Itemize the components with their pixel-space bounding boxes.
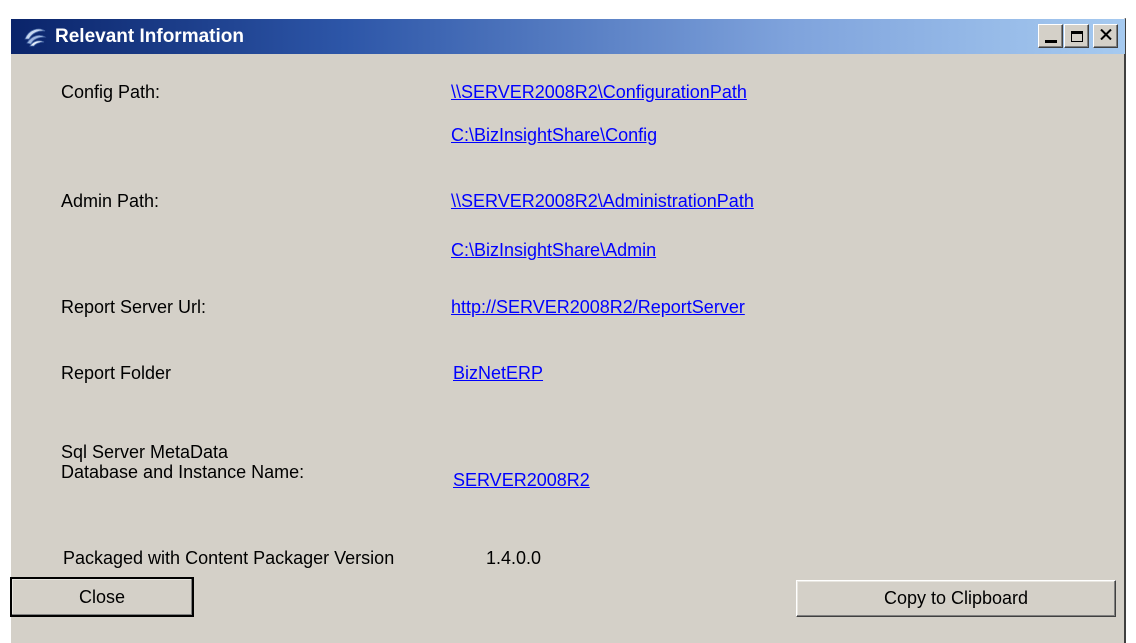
relevant-information-window: Relevant Information Config Path: \\SERV…	[10, 18, 1126, 643]
minimize-icon	[1044, 39, 1057, 43]
config-path-network-link[interactable]: \\SERVER2008R2\ConfigurationPath	[451, 82, 747, 102]
admin-path-local-link[interactable]: C:\BizInsightShare\Admin	[451, 240, 656, 260]
report-folder-label: Report Folder	[61, 363, 172, 383]
close-window-button[interactable]	[1093, 24, 1118, 48]
version-value: 1.4.0.0	[486, 548, 542, 568]
sql-server-instance-link[interactable]: SERVER2008R2	[453, 470, 590, 490]
admin-path-network-link[interactable]: \\SERVER2008R2\AdministrationPath	[451, 191, 754, 211]
window-title: Relevant Information	[55, 26, 244, 47]
minimize-button[interactable]	[1038, 24, 1063, 48]
report-folder-link[interactable]: BizNetERP	[453, 363, 543, 383]
version-label: Packaged with Content Packager Version	[63, 548, 395, 568]
close-icon	[1099, 27, 1112, 45]
config-path-local-link[interactable]: C:\BizInsightShare\Config	[451, 125, 657, 145]
maximize-icon	[1070, 30, 1083, 42]
sql-server-metadata-label: Sql Server MetaData	[61, 442, 229, 462]
app-swirl-icon	[23, 25, 47, 47]
maximize-button[interactable]	[1064, 24, 1089, 48]
config-path-label: Config Path:	[61, 82, 161, 102]
database-instance-name-label: Database and Instance Name:	[61, 462, 305, 482]
title-bar[interactable]: Relevant Information	[11, 19, 1125, 54]
close-button[interactable]: Close	[10, 577, 194, 617]
report-server-url-label: Report Server Url:	[61, 297, 207, 317]
report-server-url-link[interactable]: http://SERVER2008R2/ReportServer	[451, 297, 745, 317]
copy-to-clipboard-button[interactable]: Copy to Clipboard	[796, 580, 1116, 617]
admin-path-label: Admin Path:	[61, 191, 160, 211]
